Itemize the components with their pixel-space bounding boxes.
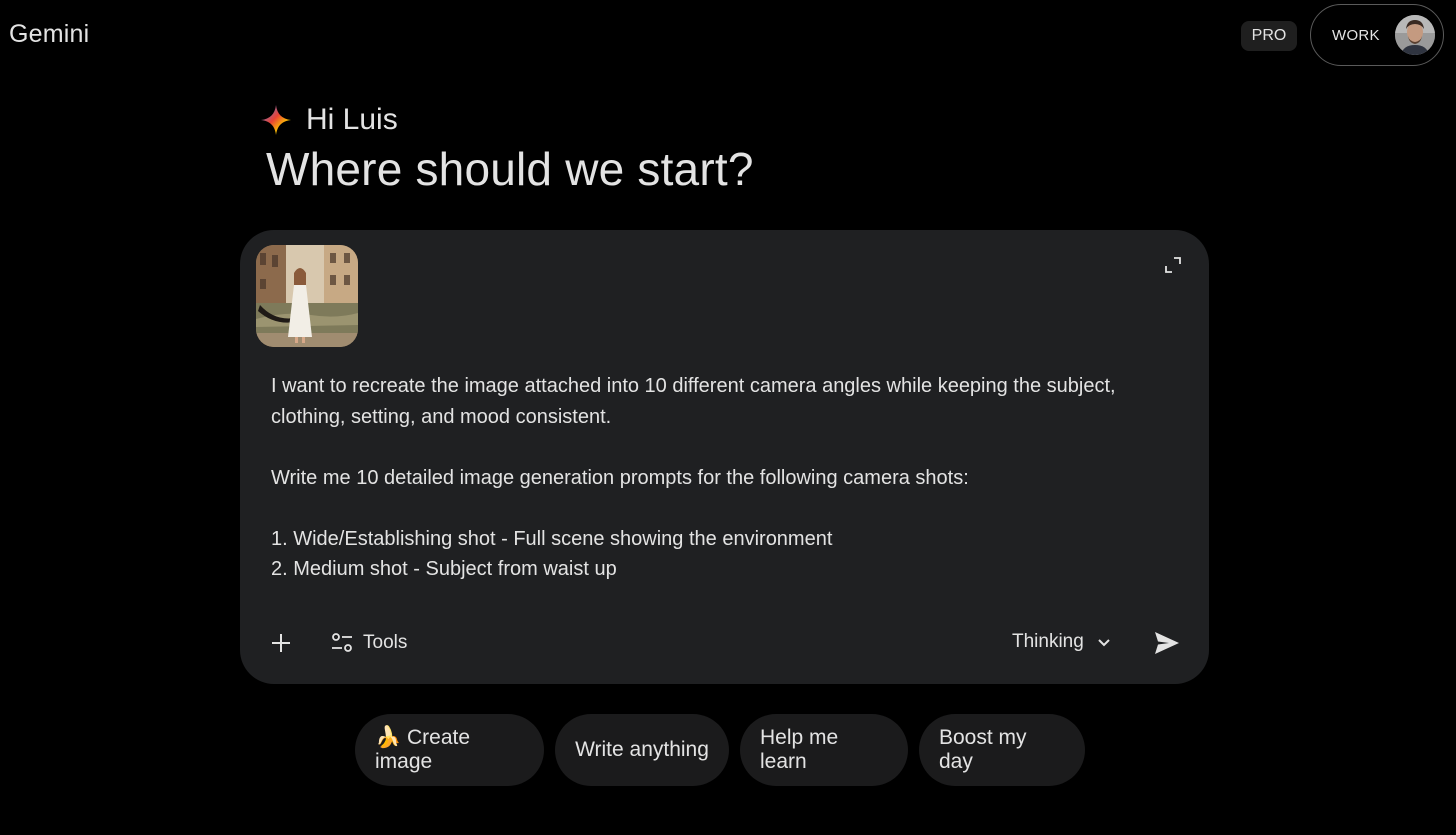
prompt-line: Write me 10 detailed image generation pr…	[271, 466, 969, 489]
gemini-home: Gemini PRO WORK Hi Luis Where should we …	[0, 0, 1456, 835]
tools-icon	[332, 633, 352, 652]
avatar[interactable]	[1395, 15, 1435, 55]
pro-badge[interactable]: PRO	[1241, 21, 1297, 51]
gemini-spark-icon	[261, 105, 291, 135]
suggestion-chips: 🍌 Create image Write anything Help me le…	[355, 714, 1085, 786]
prompt-blank-line	[271, 432, 1131, 463]
account-switcher[interactable]: WORK	[1310, 4, 1444, 66]
prompt-blank-line	[271, 493, 1131, 524]
greeting-text: Hi Luis	[306, 103, 398, 136]
tools-button[interactable]: Tools	[331, 630, 407, 656]
send-icon	[1155, 632, 1179, 654]
prompt-composer[interactable]: I want to recreate the image attached in…	[240, 230, 1209, 684]
prompt-text[interactable]: I want to recreate the image attached in…	[271, 371, 1131, 585]
mode-selector[interactable]: Thinking	[1012, 629, 1112, 655]
chevron-down-icon	[1098, 639, 1110, 647]
attached-image-thumbnail[interactable]	[256, 245, 358, 347]
prompt-line: I want to recreate the image attached in…	[271, 375, 1116, 428]
account-label: WORK	[1332, 26, 1380, 44]
suggestion-help-me-learn[interactable]: Help me learn	[740, 714, 908, 786]
plus-icon	[272, 634, 290, 652]
app-title[interactable]: Gemini	[9, 20, 89, 49]
tools-label: Tools	[363, 632, 408, 653]
greeting-row: Hi Luis	[260, 103, 398, 137]
page-title: Where should we start?	[266, 143, 754, 195]
suggestion-write-anything[interactable]: Write anything	[555, 714, 729, 786]
expand-icon[interactable]	[1165, 257, 1181, 273]
prompt-line: 2. Medium shot - Subject from waist up	[271, 558, 617, 580]
mode-label: Thinking	[1012, 631, 1084, 652]
suggestion-create-image[interactable]: 🍌 Create image	[355, 714, 544, 786]
add-attachment-button[interactable]	[268, 630, 294, 656]
send-button[interactable]	[1153, 629, 1181, 657]
suggestion-boost-my-day[interactable]: Boost my day	[919, 714, 1085, 786]
prompt-line: 1. Wide/Establishing shot - Full scene s…	[271, 527, 833, 550]
